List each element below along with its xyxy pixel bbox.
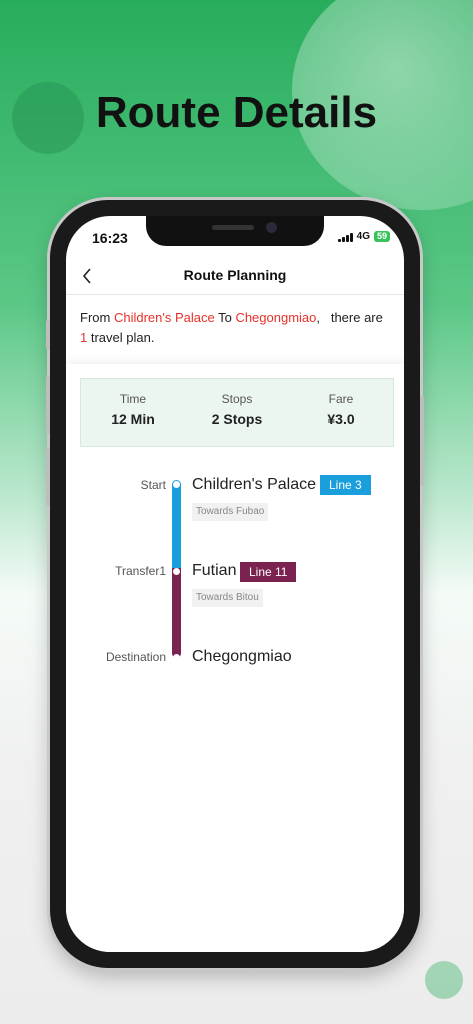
stat-stops-value: 2 Stops xyxy=(211,411,263,427)
status-indicators: 4G 59 xyxy=(337,231,390,242)
summary-from: From xyxy=(80,310,114,325)
phone-screen: 16:23 4G 59 Route Planning From Children… xyxy=(66,216,404,952)
summary-destination: Chegongmiao xyxy=(235,310,317,325)
stat-fare-label: Fare xyxy=(328,392,354,406)
signal-icon xyxy=(337,232,353,242)
network-type: 4G xyxy=(356,231,370,242)
nav-title: Route Planning xyxy=(183,267,287,283)
transfer-station[interactable]: Futian xyxy=(192,562,236,580)
stat-time-label: Time xyxy=(119,392,147,406)
front-camera xyxy=(266,222,277,233)
start-dot xyxy=(173,481,180,488)
start-line-badge[interactable]: Line 3 xyxy=(320,475,371,495)
stat-time-value: 12 Min xyxy=(111,411,155,427)
transfer-towards: Towards Bitou xyxy=(192,589,263,607)
transfer-line-badge[interactable]: Line 11 xyxy=(240,562,297,582)
stat-fare: Fare ¥3.0 xyxy=(289,379,393,446)
destination-label: Destination xyxy=(105,650,166,664)
stat-stops-label: Stops xyxy=(221,392,253,406)
summary-end: travel plan. xyxy=(87,330,155,345)
stat-fare-value: ¥3.0 xyxy=(327,411,355,427)
phone-frame: 16:23 4G 59 Route Planning From Children… xyxy=(46,200,424,968)
speaker xyxy=(212,225,254,230)
route-summary: From Children's Palace To Chegongmiao, t… xyxy=(80,308,390,348)
battery-icon: 59 xyxy=(373,231,390,242)
phone-side-button xyxy=(46,320,50,350)
decorative-circle-bottom xyxy=(425,961,463,999)
transfer-dot xyxy=(173,568,180,575)
summary-mid: , there are xyxy=(316,310,387,325)
route-card: Time 12 Min Stops 2 Stops Fare ¥3.0 Star… xyxy=(66,364,404,952)
start-label: Start xyxy=(140,478,166,492)
hero-title: Route Details xyxy=(95,88,378,137)
destination-station[interactable]: Chegongmiao xyxy=(192,648,292,666)
summary-to: To xyxy=(214,310,236,325)
stat-time: Time 12 Min xyxy=(81,379,185,446)
promo-page: Route Details 16:23 4G 59 Route Planning… xyxy=(0,0,473,1024)
phone-volume-down xyxy=(46,448,50,506)
summary-origin: Children's Palace xyxy=(113,310,215,325)
start-towards: Towards Fubao xyxy=(192,503,269,521)
route-segment-line3 xyxy=(172,480,181,570)
destination-dot xyxy=(173,654,180,661)
status-time: 16:23 xyxy=(92,230,128,246)
stat-stops: Stops 2 Stops xyxy=(185,379,289,446)
phone-power-button xyxy=(420,396,424,486)
phone-volume-up xyxy=(46,376,50,434)
route-stats: Time 12 Min Stops 2 Stops Fare ¥3.0 xyxy=(80,378,394,447)
start-station[interactable]: Children's Palace xyxy=(192,476,316,494)
navbar: Route Planning xyxy=(66,260,404,295)
route-segment-line11 xyxy=(172,568,181,658)
notch xyxy=(146,216,324,246)
transfer-label: Transfer1 xyxy=(115,564,166,578)
